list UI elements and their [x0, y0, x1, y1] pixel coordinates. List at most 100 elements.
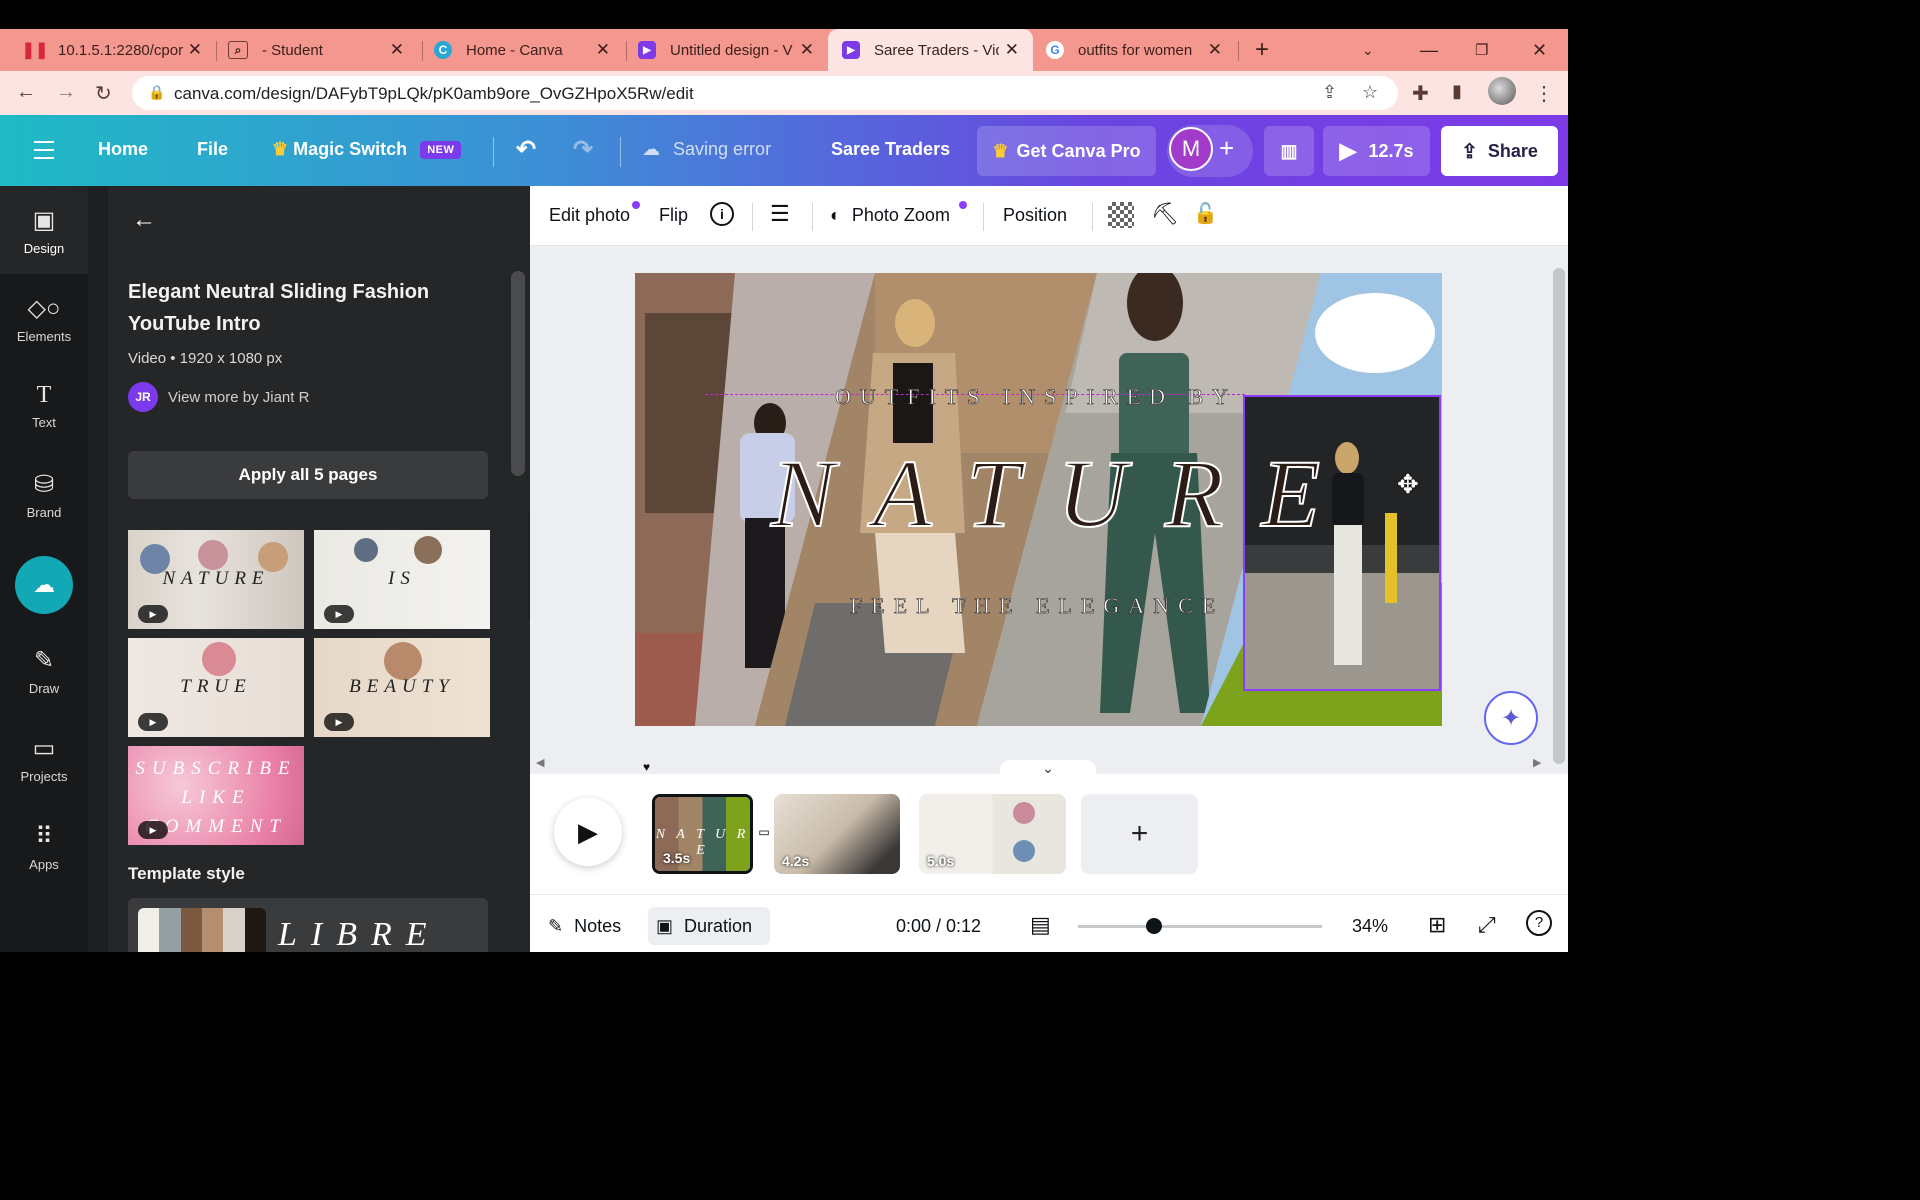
close-tab-icon[interactable]: ✕	[390, 40, 404, 60]
template-page-thumbnail[interactable]: IS ▶	[314, 530, 490, 629]
notes-button[interactable]: ✎ Notes	[548, 916, 621, 937]
share-page-icon[interactable]: ⇪	[1322, 82, 1337, 103]
design-title[interactable]: Saree Traders	[831, 139, 950, 160]
fullscreen-icon[interactable]: ⤢	[1478, 912, 1496, 938]
author-link[interactable]: JR View more by Jiant R	[128, 382, 309, 412]
page-view-icon[interactable]: ▤	[1030, 912, 1051, 938]
back-icon[interactable]: ←	[16, 81, 36, 104]
playhead-marker[interactable]: ♥	[643, 760, 650, 774]
template-style-card[interactable]: LIBRE	[128, 898, 488, 952]
border-style-icon[interactable]: ☰	[770, 201, 790, 227]
paint-roller-icon[interactable]: ⛏	[1151, 201, 1179, 227]
url-field[interactable]: 🔒 canva.com/design/DAFybT9pLQk/pK0amb9or…	[132, 76, 1398, 110]
template-page-thumbnail[interactable]: NATURE ▶	[128, 530, 304, 629]
browser-tab-active[interactable]: ▶ Saree Traders - Vid ✕	[828, 29, 1033, 71]
screen-root: ❚❚ 10.1.5.1:2280/cpor ✕ ⌕ - Student ✕ C …	[0, 0, 1568, 980]
apply-all-pages-button[interactable]: Apply all 5 pages	[128, 451, 488, 499]
present-button[interactable]: ▶ 12.7s	[1323, 126, 1430, 176]
browser-tab[interactable]: ❚❚ 10.1.5.1:2280/cpor ✕	[22, 29, 216, 71]
close-window-icon[interactable]: ✕	[1532, 29, 1547, 71]
file-menu-button[interactable]: File	[197, 139, 228, 160]
timeline-page[interactable]: 5.0s	[919, 794, 1066, 874]
rail-item-brand[interactable]: ⛁ Brand	[0, 470, 88, 520]
reload-icon[interactable]: ↻	[95, 81, 112, 106]
lock-icon[interactable]: 🔓	[1193, 201, 1218, 226]
rail-item-draw[interactable]: ✎ Draw	[0, 646, 88, 696]
browser-tab[interactable]: C Home - Canva ✕	[434, 29, 624, 71]
panel-left-scrollbar[interactable]	[88, 186, 108, 952]
design-canvas[interactable]: OUTFITS INSPIRED BY NATURE FEEL THE ELEG…	[635, 273, 1442, 726]
upload-cloud-button[interactable]: ☁	[15, 556, 73, 614]
transparency-icon[interactable]	[1108, 202, 1134, 228]
template-page-thumbnail[interactable]: BEAUTY ▶	[314, 638, 490, 737]
close-tab-icon[interactable]: ✕	[188, 40, 202, 60]
edit-photo-button[interactable]: Edit photo	[549, 205, 630, 226]
scroll-left-icon[interactable]: ◀	[536, 756, 544, 769]
get-canva-pro-button[interactable]: ♛ Get Canva Pro	[977, 126, 1156, 176]
insights-button[interactable]: ▥	[1264, 126, 1314, 176]
redo-icon[interactable]: ↷	[573, 135, 593, 164]
forward-icon[interactable]: →	[56, 81, 76, 104]
close-tab-icon[interactable]: ✕	[800, 40, 814, 60]
photo-zoom-button[interactable]: ◐ Photo Zoom	[830, 205, 950, 226]
flip-button[interactable]: Flip	[659, 205, 688, 226]
rail-item-design[interactable]: ▣ Design	[0, 186, 88, 274]
scroll-right-icon[interactable]: ▶	[1533, 756, 1541, 769]
timeline-collapse-tab[interactable]: ⌄	[1000, 760, 1096, 780]
rail-item-apps[interactable]: ⠿ Apps	[0, 822, 88, 872]
template-page-thumbnail[interactable]: TRUE ▶	[128, 638, 304, 737]
close-tab-icon[interactable]: ✕	[1208, 40, 1222, 60]
timeline-page[interactable]: N A T U R E 3.5s	[652, 794, 753, 874]
rail-item-text[interactable]: T Text	[0, 382, 88, 430]
browser-tab[interactable]: G outfits for women ✕	[1046, 29, 1236, 71]
cloud-upload-icon: ☁	[33, 572, 55, 597]
browser-menu-icon[interactable]: ⋮	[1534, 81, 1554, 106]
template-style-heading: Template style	[128, 864, 245, 883]
canvas-bottom-text[interactable]: FEEL THE ELEGANCE	[850, 593, 1224, 619]
panel-scrollbar-thumb[interactable]	[511, 271, 525, 476]
vertical-scrollbar-thumb[interactable]	[1553, 268, 1565, 764]
restore-icon[interactable]: ❐	[1475, 29, 1488, 71]
close-tab-icon[interactable]: ✕	[1005, 40, 1019, 60]
magic-switch-button[interactable]: ♛ Magic Switch NEW	[272, 139, 462, 160]
bookmark-star-icon[interactable]: ☆	[1362, 82, 1378, 103]
undo-icon[interactable]: ↶	[516, 135, 536, 164]
template-page-thumbnail[interactable]: SUBSCRIBE LIKE COMMENT ▶	[128, 746, 304, 845]
help-icon[interactable]: ?	[1526, 910, 1552, 936]
close-tab-icon[interactable]: ✕	[596, 40, 610, 60]
zoom-slider-handle[interactable]	[1146, 918, 1162, 934]
home-button[interactable]: Home	[98, 139, 148, 160]
tab-title: Home - Canva	[466, 41, 563, 59]
crown-icon: ♛	[272, 139, 289, 159]
new-tab-button[interactable]: +	[1255, 29, 1269, 71]
back-arrow-icon[interactable]: ←	[132, 206, 156, 234]
info-icon[interactable]: i	[710, 202, 734, 226]
rail-item-elements[interactable]: ◇○ Elements	[0, 294, 88, 344]
selected-image-frame[interactable]	[1243, 395, 1441, 691]
add-page-button[interactable]: +	[1081, 794, 1198, 874]
menu-icon[interactable]	[34, 141, 54, 165]
video-play-icon: ▶	[324, 605, 354, 623]
tab-search-icon[interactable]: ⌄	[1362, 29, 1374, 71]
grid-view-icon[interactable]: ⊞	[1428, 912, 1446, 938]
magic-assistant-button[interactable]: ✦	[1484, 691, 1538, 745]
browser-tab[interactable]: ▶ Untitled design - V ✕	[638, 29, 828, 71]
canvas-vertical-scrollbar[interactable]	[1550, 256, 1568, 764]
zoom-percent[interactable]: 34%	[1352, 916, 1388, 937]
position-button[interactable]: Position	[1003, 205, 1067, 226]
play-button[interactable]: ▶	[554, 798, 622, 866]
browser-tab[interactable]: ⌕ - Student ✕	[228, 29, 418, 71]
share-button[interactable]: ⇪ Share	[1441, 126, 1558, 176]
tab-title: outfits for women	[1078, 41, 1193, 59]
side-panel-icon[interactable]: ▮	[1452, 81, 1462, 102]
zoom-slider[interactable]	[1078, 925, 1322, 928]
canvas-top-text[interactable]: OUTFITS INSPIRED BY	[835, 384, 1237, 410]
profile-avatar[interactable]	[1488, 77, 1516, 105]
add-collaborator-icon[interactable]: +	[1219, 133, 1234, 164]
minimize-icon[interactable]: —	[1420, 29, 1438, 71]
extensions-icon[interactable]: ✚	[1412, 81, 1429, 106]
transition-icon[interactable]: ▭	[754, 822, 774, 842]
user-avatar[interactable]: M	[1169, 127, 1213, 171]
rail-item-projects[interactable]: ▭ Projects	[0, 734, 88, 784]
timeline-page[interactable]: 4.2s	[774, 794, 900, 874]
